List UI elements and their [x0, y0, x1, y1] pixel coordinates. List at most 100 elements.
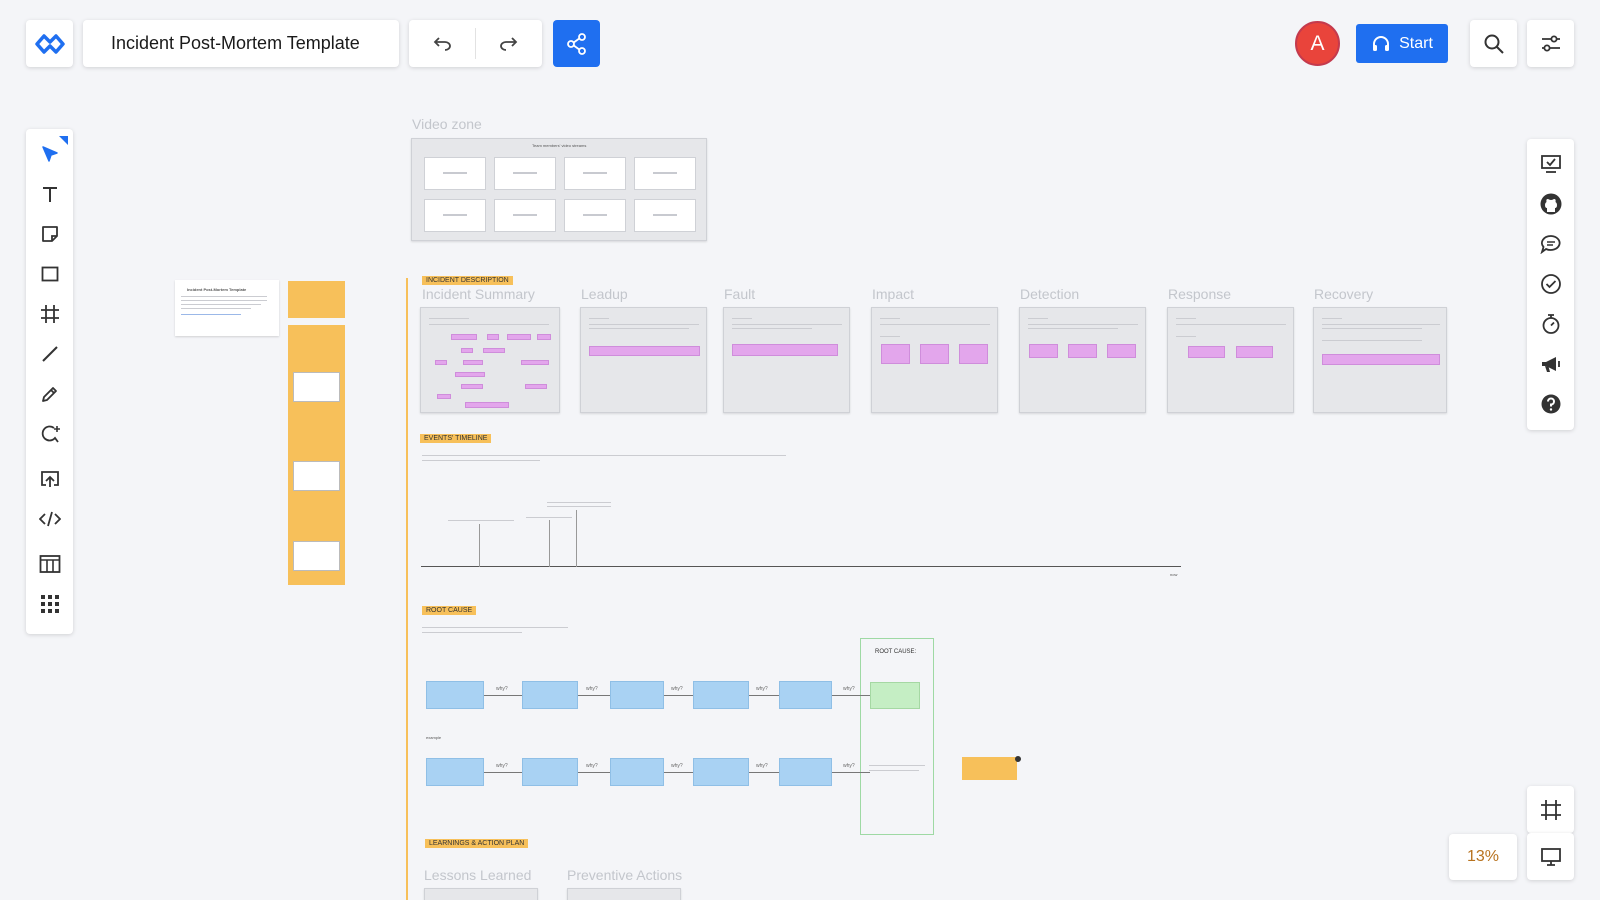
comments-tool[interactable]	[1527, 224, 1574, 264]
shape-tool[interactable]	[26, 254, 73, 294]
why-chain-box[interactable]	[522, 681, 578, 709]
sticky-note[interactable]	[732, 344, 838, 356]
sticky-note[interactable]	[507, 334, 531, 340]
pen-tool[interactable]	[26, 374, 73, 414]
template-info-card[interactable]: Incident Post-Mortem Template	[175, 280, 279, 336]
detection-frame[interactable]	[1019, 307, 1146, 413]
recovery-frame[interactable]	[1313, 307, 1447, 413]
impact-frame[interactable]	[871, 307, 998, 413]
undo-button[interactable]	[409, 20, 475, 67]
video-tile[interactable]	[564, 157, 626, 190]
sticky-note[interactable]	[1029, 344, 1058, 358]
sticky-note[interactable]	[461, 384, 483, 389]
frame-tool[interactable]	[26, 294, 73, 334]
voting-tool[interactable]	[1527, 264, 1574, 304]
comment-lasso-tool[interactable]	[26, 414, 73, 454]
sticky-note[interactable]	[1236, 346, 1273, 358]
timer-tool[interactable]	[1527, 304, 1574, 344]
redo-button[interactable]	[476, 20, 542, 67]
why-chain-box[interactable]	[522, 758, 578, 786]
why-arrow	[749, 695, 779, 696]
sticky-note[interactable]	[455, 372, 485, 377]
search-button[interactable]	[1470, 20, 1517, 67]
phase-label: Response	[1168, 286, 1232, 302]
placeholder-line	[181, 308, 251, 309]
sticky-note[interactable]	[435, 360, 447, 365]
user-avatar[interactable]: A	[1295, 21, 1340, 66]
table-tool[interactable]	[26, 544, 73, 584]
video-tile[interactable]	[564, 199, 626, 232]
sticky-note-tool[interactable]	[26, 214, 73, 254]
why-chain-box[interactable]	[426, 758, 484, 786]
upload-tool[interactable]	[26, 459, 73, 499]
sticky-note[interactable]	[589, 346, 700, 356]
video-zone-frame[interactable]: Team members' video streams	[411, 138, 707, 241]
lessons-learned-frame[interactable]	[424, 888, 538, 900]
frames-panel-button[interactable]	[1527, 786, 1574, 833]
sticky-note[interactable]	[463, 360, 483, 365]
help-tool[interactable]	[1527, 384, 1574, 424]
sticky-note[interactable]	[525, 384, 547, 389]
why-chain-box[interactable]	[693, 758, 749, 786]
video-tile[interactable]	[634, 157, 696, 190]
video-tile[interactable]	[494, 157, 556, 190]
video-tile[interactable]	[634, 199, 696, 232]
more-apps-tool[interactable]	[26, 584, 73, 624]
sticky-note[interactable]	[483, 348, 505, 353]
response-frame[interactable]	[1167, 307, 1294, 413]
why-chain-box[interactable]	[779, 681, 832, 709]
sticky-note[interactable]	[487, 334, 499, 340]
phase-label: Impact	[872, 286, 915, 302]
text-tool[interactable]	[26, 174, 73, 214]
hint-sticky[interactable]	[962, 757, 1017, 780]
sticky-note[interactable]	[537, 334, 551, 340]
why-chain-box[interactable]	[779, 758, 832, 786]
line-tool[interactable]	[26, 334, 73, 374]
start-call-button[interactable]: Start	[1356, 24, 1448, 63]
sticky-note[interactable]	[1068, 344, 1097, 358]
share-button[interactable]	[553, 20, 600, 67]
zoom-level[interactable]: 13%	[1449, 834, 1517, 880]
template-steps-panel[interactable]	[288, 325, 345, 585]
placeholder-line	[1028, 324, 1138, 325]
announcements-tool[interactable]	[1527, 344, 1574, 384]
sticky-note[interactable]	[461, 348, 473, 353]
why-chain-box[interactable]	[426, 681, 484, 709]
line-icon	[40, 344, 60, 364]
why-chain-box[interactable]	[610, 758, 664, 786]
why-chain-box[interactable]	[693, 681, 749, 709]
sticky-note[interactable]	[1188, 346, 1225, 358]
sticky-note[interactable]	[881, 344, 910, 364]
sticky-note[interactable]	[959, 344, 988, 364]
sticky-note[interactable]	[1322, 354, 1440, 365]
incident-summary-frame[interactable]	[420, 307, 560, 413]
video-tile[interactable]	[494, 199, 556, 232]
sticky-note[interactable]	[451, 334, 477, 340]
github-integration[interactable]	[1527, 184, 1574, 224]
template-tips-sticky[interactable]	[288, 281, 345, 318]
checklist-tool[interactable]	[1527, 144, 1574, 184]
board-title[interactable]: Incident Post-Mortem Template	[83, 20, 399, 67]
select-tool[interactable]	[26, 134, 73, 174]
root-cause-box[interactable]: ROOT CAUSE:	[860, 638, 934, 835]
app-logo[interactable]	[26, 20, 73, 67]
board-settings-button[interactable]	[1527, 20, 1574, 67]
sticky-note[interactable]	[1107, 344, 1136, 358]
placeholder-line	[589, 324, 699, 325]
sticky-note[interactable]	[920, 344, 949, 364]
phase-label: Fault	[724, 286, 756, 302]
why-chain-box[interactable]	[610, 681, 664, 709]
presentation-button[interactable]	[1527, 833, 1574, 880]
preventive-actions-frame[interactable]	[567, 888, 681, 900]
video-tile[interactable]	[424, 199, 486, 232]
why-label: why?	[496, 686, 508, 692]
video-tile[interactable]	[424, 157, 486, 190]
undo-icon	[432, 36, 452, 51]
leadup-frame[interactable]	[580, 307, 707, 413]
root-cause-sticky[interactable]	[870, 682, 920, 709]
embed-tool[interactable]	[26, 499, 73, 539]
sticky-note[interactable]	[437, 394, 451, 399]
sticky-note[interactable]	[521, 360, 549, 365]
fault-frame[interactable]	[723, 307, 850, 413]
sticky-note[interactable]	[465, 402, 509, 408]
